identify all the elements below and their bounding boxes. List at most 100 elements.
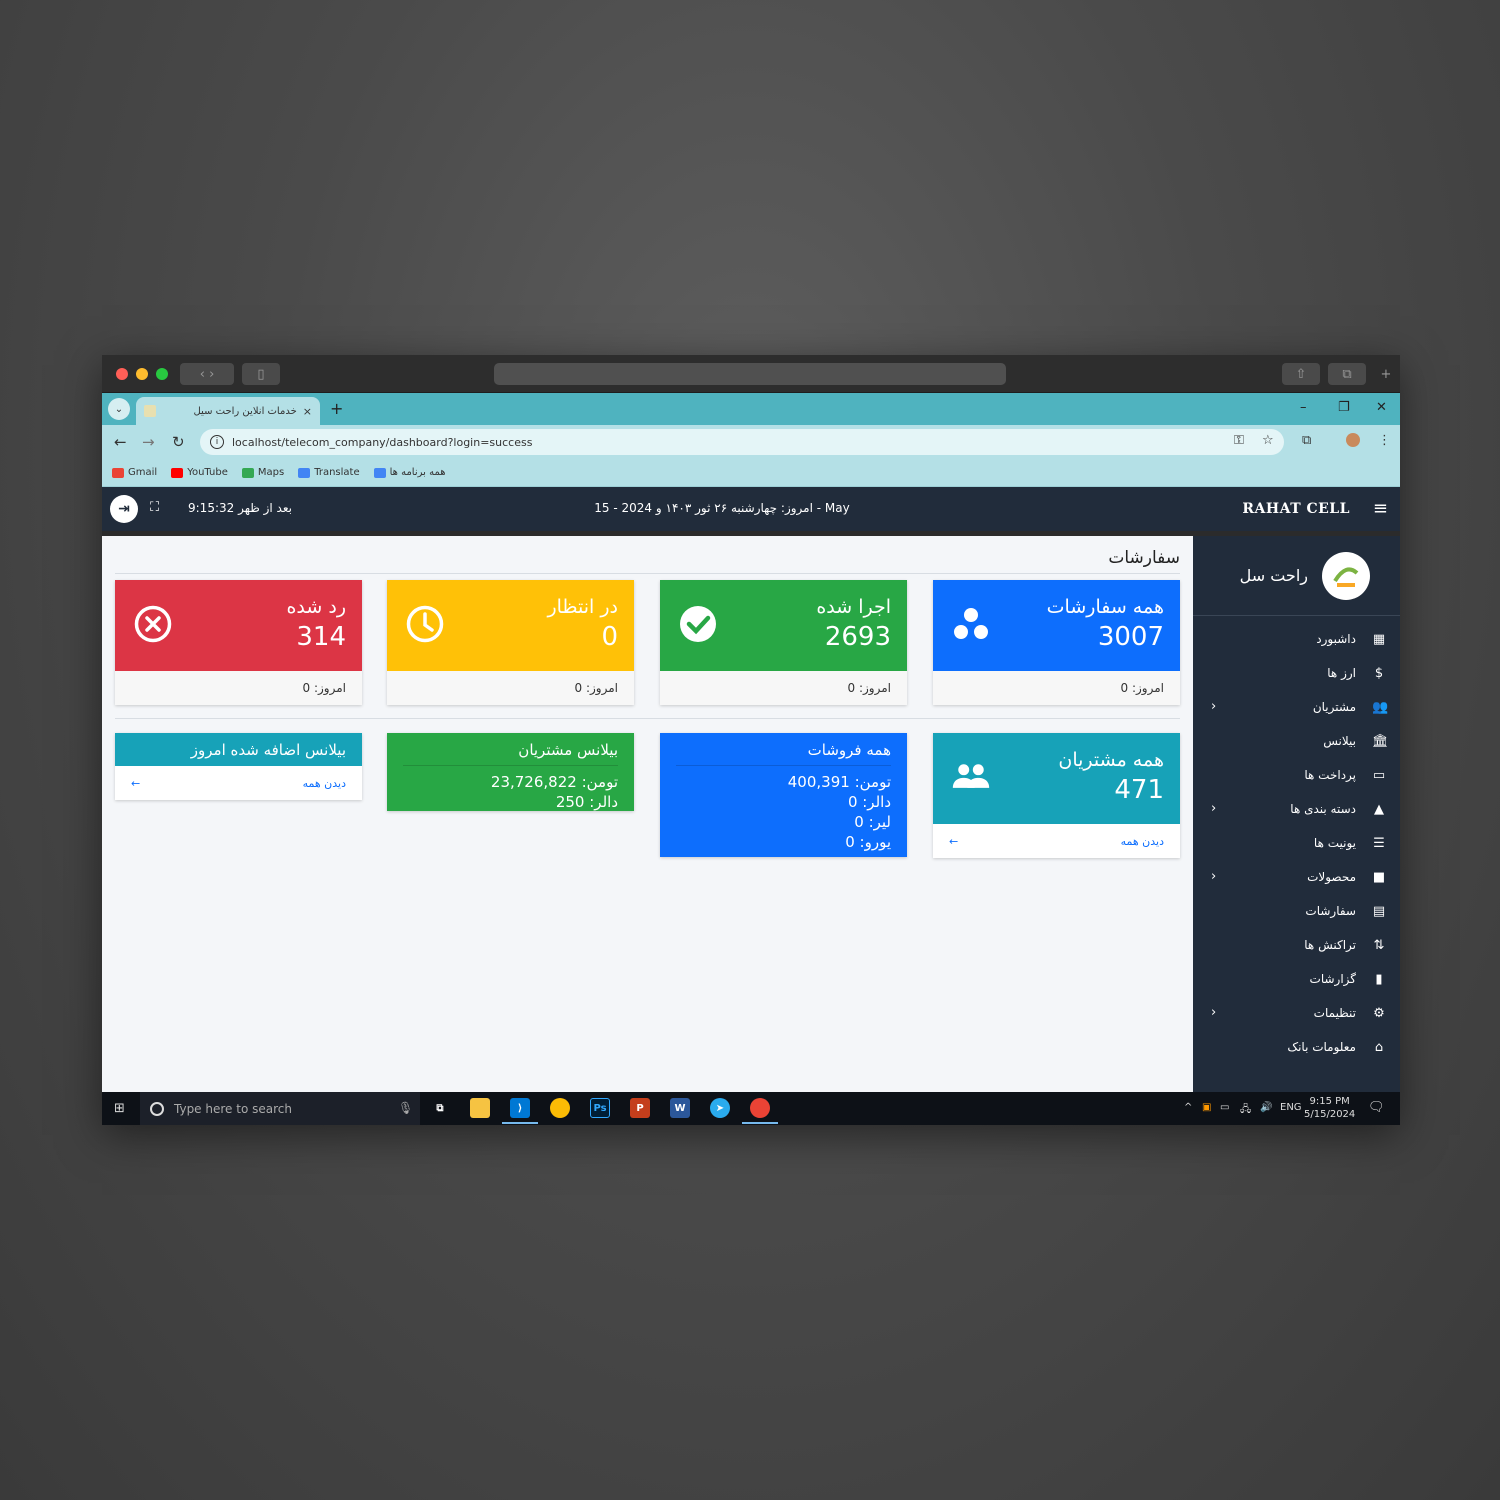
- vscode-icon[interactable]: ⟩: [510, 1098, 530, 1118]
- hamburger-menu-icon[interactable]: ≡: [1373, 498, 1388, 519]
- windows-start-icon[interactable]: ⊞: [114, 1101, 125, 1116]
- photoshop-icon[interactable]: Ps: [590, 1098, 610, 1118]
- sidebar-item-dashboard[interactable]: ▦ داشبورد: [1193, 622, 1400, 656]
- tray-chevron-icon[interactable]: ^: [1184, 1102, 1192, 1113]
- dollar-icon: $: [1374, 666, 1384, 681]
- sidebar-item-reports[interactable]: ▮ گزارشات: [1193, 962, 1400, 996]
- tab-search-icon[interactable]: ⌄: [108, 398, 130, 420]
- sidebar-item-bank-info[interactable]: ⌂ معلومات بانک: [1193, 1030, 1400, 1064]
- active-indicator: [742, 1122, 778, 1124]
- card-all-customers[interactable]: همه مشتریان 471 ← دیدن همه: [933, 733, 1180, 858]
- bookmark-translate[interactable]: Translate: [298, 467, 360, 478]
- fullscreen-icon[interactable]: ⛶: [150, 500, 159, 515]
- bookmark-label: YouTube: [187, 467, 228, 478]
- notification-icon[interactable]: 🗨: [1368, 1100, 1385, 1115]
- kebab-menu-icon[interactable]: ⋮: [1378, 433, 1391, 448]
- taskbar-clock[interactable]: 9:15 PM 5/15/2024: [1304, 1095, 1355, 1121]
- back-icon[interactable]: ←: [114, 433, 127, 451]
- arrow-left-icon[interactable]: ←: [949, 835, 958, 848]
- back-forward-icon[interactable]: ‹ ›: [180, 363, 234, 385]
- reload-icon[interactable]: ↻: [172, 433, 185, 451]
- extensions-icon[interactable]: ⧉: [1302, 433, 1311, 448]
- close-icon[interactable]: ✕: [1376, 400, 1387, 415]
- card-rejected[interactable]: رد شده 314 امروز: 0: [115, 580, 362, 705]
- card-value: 2693: [824, 622, 891, 652]
- site-info-icon[interactable]: i: [210, 435, 224, 449]
- sidebar-item-settings[interactable]: ⚙ تنظیمات ›: [1193, 996, 1400, 1030]
- card-label: رد شده: [286, 596, 346, 618]
- network-icon[interactable]: 🖧: [1240, 1102, 1251, 1119]
- sidebar-profile: راحت سل: [1193, 536, 1400, 616]
- tab-close-icon[interactable]: ×: [303, 405, 312, 418]
- share-icon[interactable]: ⇧: [1282, 363, 1320, 385]
- file-explorer-icon[interactable]: [470, 1098, 490, 1118]
- site-favicon-icon: [144, 405, 156, 417]
- sidebar-item-orders[interactable]: ▤ سفارشات: [1193, 894, 1400, 928]
- sidebar-toggle-icon[interactable]: ▯: [242, 363, 280, 385]
- chrome-profile-icon[interactable]: [750, 1098, 770, 1118]
- view-all-link[interactable]: دیدن همه: [1121, 835, 1164, 848]
- app-body: سفارشات همه سفارشات 3007 امروز: 0 اجرا ش…: [102, 536, 1400, 1092]
- sidebar-item-units[interactable]: ☰ یونیت ها: [1193, 826, 1400, 860]
- mac-address-bar[interactable]: [494, 363, 1006, 385]
- word-icon[interactable]: W: [670, 1098, 690, 1118]
- bookmark-star-icon[interactable]: ☆: [1262, 433, 1274, 448]
- bookmark-label: Maps: [257, 467, 285, 478]
- card-pending[interactable]: در انتظار 0 امروز: 0: [387, 580, 634, 705]
- add-tab-icon[interactable]: +: [1374, 363, 1398, 385]
- card-all-orders[interactable]: همه سفارشات 3007 امروز: 0: [933, 580, 1180, 705]
- logout-icon[interactable]: ⇥: [110, 495, 138, 523]
- minimize-icon[interactable]: –: [1300, 400, 1307, 415]
- task-view-icon[interactable]: ⧉: [430, 1098, 450, 1118]
- sidebar-menu: ▦ داشبورد $ ارز ها 👥 مشتریان › 🏛 بیلانس ▭ پردا…: [1193, 616, 1400, 1064]
- card-footer: ← دیدن همه: [115, 766, 362, 800]
- avatar[interactable]: [1322, 552, 1370, 600]
- view-all-link[interactable]: دیدن همه: [303, 777, 346, 790]
- brand-logo[interactable]: RAHAT CELL: [1242, 501, 1350, 517]
- chevron-icon: ›: [1211, 801, 1217, 816]
- restore-icon[interactable]: ❐: [1338, 400, 1350, 415]
- xampp-icon[interactable]: ▣: [1202, 1102, 1211, 1113]
- usb-icon[interactable]: ▭: [1220, 1102, 1229, 1113]
- sidebar-item-balance[interactable]: 🏛 بیلانس: [1193, 724, 1400, 758]
- sidebar-item-currencies[interactable]: $ ارز ها: [1193, 656, 1400, 690]
- sidebar-item-products[interactable]: ■ محصولات ›: [1193, 860, 1400, 894]
- bookmark-gmail[interactable]: Gmail: [112, 467, 157, 478]
- active-tab[interactable]: خدمات آنلاین راحت سیل ×: [136, 397, 320, 425]
- chevron-icon: ›: [1211, 699, 1217, 714]
- main-content: سفارشات همه سفارشات 3007 امروز: 0 اجرا ش…: [102, 536, 1193, 1092]
- minimize-window-button[interactable]: [136, 368, 148, 380]
- bookmark-maps[interactable]: Maps: [241, 467, 285, 478]
- sidebar-item-categories[interactable]: ▲ دسته بندی ها ›: [1193, 792, 1400, 826]
- sidebar-item-label: تراکنش ها: [1304, 938, 1356, 952]
- gear-icon: ⚙: [1373, 1006, 1385, 1021]
- sidebar-item-customers[interactable]: 👥 مشتریان ›: [1193, 690, 1400, 724]
- zoom-window-button[interactable]: [156, 368, 168, 380]
- card-value: 0: [601, 622, 618, 652]
- address-bar[interactable]: i localhost/telecom_company/dashboard?lo…: [200, 429, 1284, 455]
- volume-icon[interactable]: 🔊: [1260, 1102, 1272, 1113]
- new-tab-button[interactable]: +: [330, 399, 343, 418]
- forward-icon[interactable]: →: [142, 433, 155, 451]
- chrome-icon[interactable]: [550, 1098, 570, 1118]
- card-customer-balance: بیلانس مشتریان تومن: 23,726,822 دالر: 25…: [387, 733, 634, 811]
- sidebar-item-payments[interactable]: ▭ پرداخت ها: [1193, 758, 1400, 792]
- microphone-icon[interactable]: 🎙: [398, 1101, 413, 1115]
- telegram-icon[interactable]: ➤: [710, 1098, 730, 1118]
- bookmark-all-apps[interactable]: همه برنامه ها: [373, 467, 446, 478]
- profile-avatar-icon[interactable]: [1346, 433, 1360, 447]
- sidebar-item-transactions[interactable]: ⇅ تراکنش ها: [1193, 928, 1400, 962]
- bookmark-label: همه برنامه ها: [389, 467, 446, 478]
- powerpoint-icon[interactable]: P: [630, 1098, 650, 1118]
- card-executed[interactable]: اجرا شده 2693 امروز: 0: [660, 580, 907, 705]
- language-indicator[interactable]: ENG: [1280, 1102, 1302, 1113]
- arrow-left-icon[interactable]: ←: [131, 777, 140, 790]
- password-key-icon[interactable]: ⚿: [1234, 433, 1244, 448]
- check-circle-icon: [680, 606, 716, 642]
- taskbar-search[interactable]: Type here to search: [140, 1092, 420, 1125]
- tab-title: خدمات آنلاین راحت سیل: [193, 405, 297, 417]
- close-window-button[interactable]: [116, 368, 128, 380]
- bookmark-youtube[interactable]: YouTube: [171, 467, 228, 478]
- box-icon: ■: [1372, 870, 1386, 885]
- tabs-overview-icon[interactable]: ⧉: [1328, 363, 1366, 385]
